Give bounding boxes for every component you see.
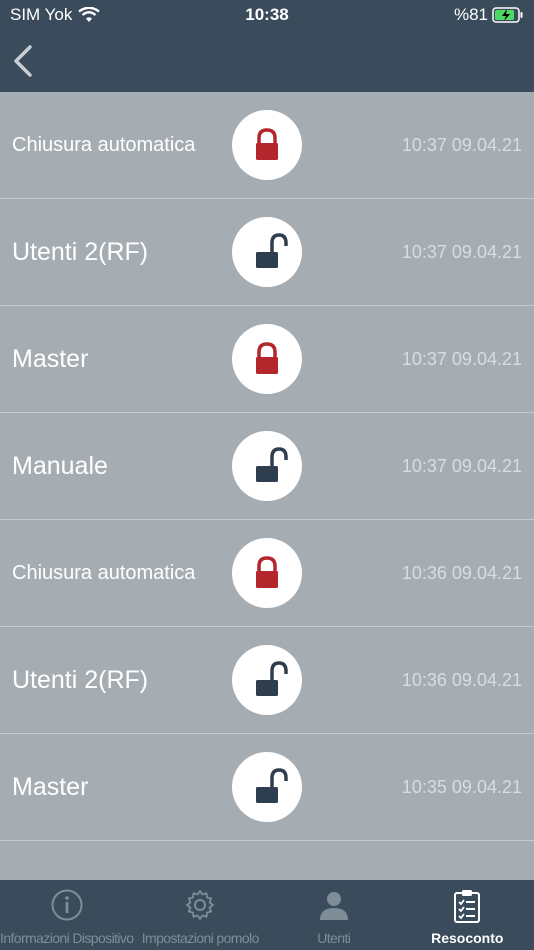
back-button[interactable] <box>8 42 44 82</box>
tab-gear[interactable]: Impostazioni pomolo <box>134 880 268 950</box>
lock-status-locked <box>232 324 302 394</box>
log-row-name: Master <box>12 773 89 801</box>
lock-status-locked <box>232 110 302 180</box>
log-row[interactable]: Chiusura automatica 10:36 09.04.21 <box>0 520 534 627</box>
log-row-name: Manuale <box>12 452 108 480</box>
status-bar: SIM Yok 10:38 %81 <box>0 0 534 30</box>
log-row-name: Utenti 2(RF) <box>12 238 149 266</box>
unlocked-padlock-icon <box>256 233 288 268</box>
info-icon <box>51 889 83 921</box>
log-list[interactable]: Chiusura automatica 10:37 09.04.21 Utenti… <box>0 92 534 841</box>
log-row-name: Utenti 2(RF) <box>12 666 149 694</box>
tab-icon-wrapper <box>450 888 484 929</box>
tab-clipboard-checklist[interactable]: Resoconto <box>401 880 534 950</box>
log-row[interactable]: Master 10:37 09.04.21 <box>0 306 534 413</box>
clipboard-checklist-icon <box>454 890 481 923</box>
tab-icon-wrapper <box>183 888 217 927</box>
log-row-timestamp: 10:35 09.04.21 <box>401 777 522 797</box>
tab-user[interactable]: Utenti <box>267 880 401 950</box>
log-row-timestamp: 10:37 09.04.21 <box>401 242 522 262</box>
tab-icon-wrapper <box>50 888 84 927</box>
log-row-timestamp: 10:37 09.04.21 <box>401 456 522 476</box>
tab-info[interactable]: Informazioni Dispositivo <box>0 880 134 950</box>
lock-status-locked <box>232 538 302 608</box>
tab-label: Utenti <box>317 930 351 946</box>
log-row[interactable]: Chiusura automatica 10:37 09.04.21 <box>0 92 534 199</box>
tab-bar: Informazioni Dispositivo Impostazioni po… <box>0 880 534 950</box>
nav-bar <box>0 30 534 92</box>
unlocked-padlock-icon <box>256 447 288 482</box>
log-row[interactable]: Utenti 2(RF) 10:37 09.04.21 <box>0 199 534 306</box>
log-row-timestamp: 10:36 09.04.21 <box>401 563 522 583</box>
log-row[interactable]: Utenti 2(RF) 10:36 09.04.21 <box>0 627 534 734</box>
locked-padlock-icon <box>256 556 278 588</box>
log-row-name: Chiusura automatica <box>12 562 196 584</box>
log-row-name: Chiusura automatica <box>12 134 196 156</box>
locked-padlock-icon <box>256 128 278 160</box>
log-row[interactable]: Master 10:35 09.04.21 <box>0 734 534 841</box>
user-icon <box>319 892 348 920</box>
chevron-left-icon <box>14 45 32 77</box>
lock-status-unlocked <box>232 752 302 822</box>
log-row-timestamp: 10:37 09.04.21 <box>401 349 522 369</box>
locked-padlock-icon <box>256 342 278 374</box>
battery-charging-icon <box>492 7 523 23</box>
unlocked-padlock-icon <box>256 661 288 696</box>
battery-group: %81 <box>454 5 524 25</box>
tab-icon-wrapper <box>317 888 351 927</box>
log-row-name: Master <box>12 345 89 373</box>
lock-status-unlocked <box>232 217 302 287</box>
tab-label: Impostazioni pomolo <box>141 930 260 946</box>
log-row-timestamp: 10:36 09.04.21 <box>401 670 522 690</box>
log-row-timestamp: 10:37 09.04.21 <box>401 135 522 155</box>
tab-label: Informazioni Dispositivo <box>0 930 134 946</box>
lock-status-unlocked <box>232 645 302 715</box>
gear-icon <box>186 890 215 920</box>
lock-status-unlocked <box>232 431 302 501</box>
log-row[interactable]: Manuale 10:37 09.04.21 <box>0 413 534 520</box>
battery-percent: %81 <box>453 5 488 24</box>
tab-label: Resoconto <box>431 930 504 946</box>
unlocked-padlock-icon <box>256 768 288 803</box>
